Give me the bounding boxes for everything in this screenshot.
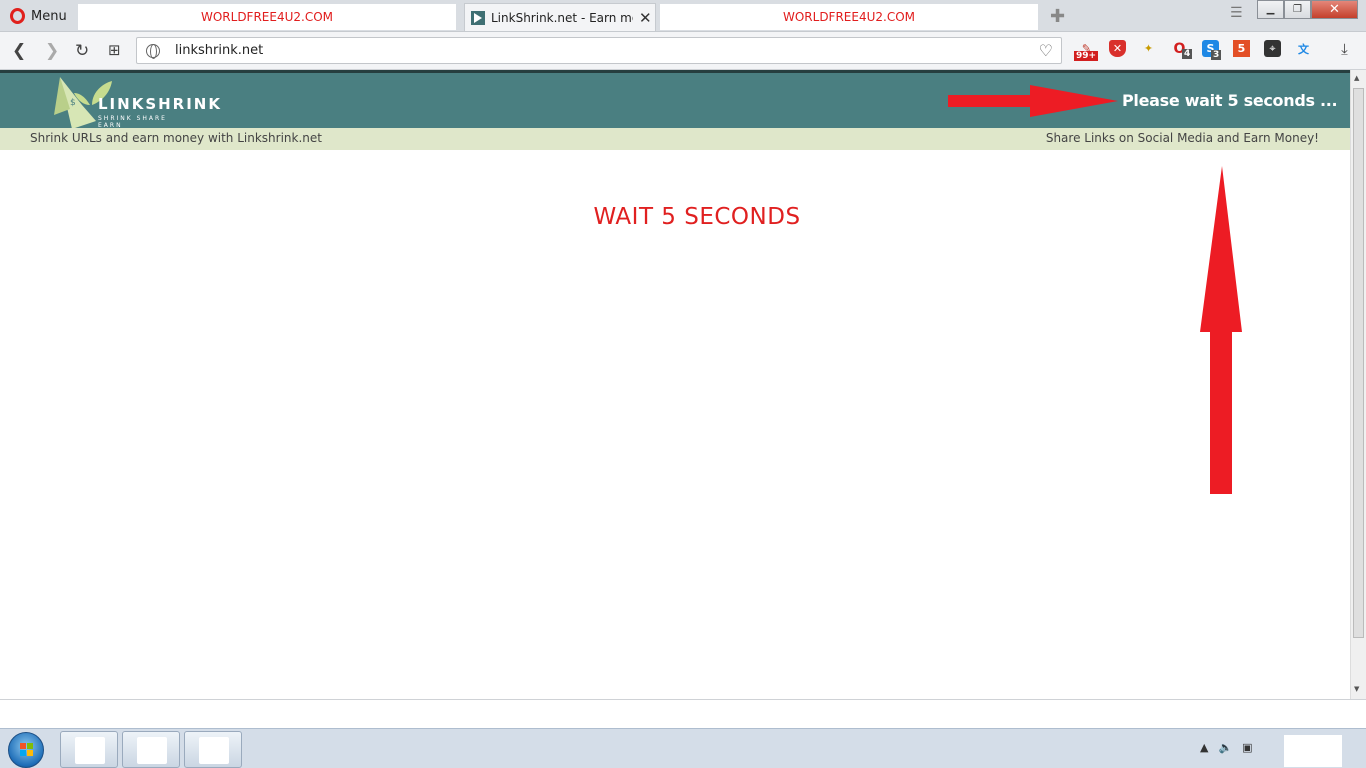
html5-extension-icon[interactable]: 5 <box>1233 40 1250 57</box>
start-button[interactable] <box>8 732 44 768</box>
svg-text:$: $ <box>70 98 76 108</box>
linkshrink-favicon-icon <box>471 10 485 25</box>
adblock-extension-icon[interactable]: ✎ 99+ <box>1074 40 1099 61</box>
webpage: $ LINKSHRINK SHRINK SHARE EARN Please wa… <box>0 70 1350 699</box>
shield-extension-icon[interactable]: ✕ <box>1109 40 1126 57</box>
annotation-arrow-up-icon <box>1200 166 1242 494</box>
bookmark-heart-icon[interactable]: ♡ <box>1039 41 1053 60</box>
restore-button[interactable]: ❐ <box>1284 0 1311 19</box>
new-tab-icon[interactable]: ✚ <box>1050 6 1065 27</box>
forward-icon[interactable]: ❯ <box>45 41 59 61</box>
taskbar-item[interactable] <box>122 731 180 768</box>
status-bar <box>0 699 1366 728</box>
opera-extension-icon[interactable]: O 4 <box>1171 40 1193 59</box>
taskbar-item[interactable] <box>60 731 118 768</box>
scroll-up-icon[interactable]: ▲ <box>1354 74 1359 82</box>
window-controls: ▁ ❐ ✕ <box>1257 0 1358 19</box>
skype-extension-icon[interactable]: S 3 <box>1202 40 1222 60</box>
logo-tagline: SHRINK SHARE EARN <box>98 115 167 129</box>
tab-worldfree-1[interactable]: WORLDFREE4U2.COM <box>78 4 456 30</box>
wait-message: WAIT 5 SECONDS <box>593 204 801 230</box>
speed-dial-icon[interactable]: ⊞ <box>108 41 121 59</box>
volume-icon[interactable]: 🔈 <box>1218 741 1232 754</box>
clock[interactable] <box>1284 735 1342 767</box>
bee-extension-icon[interactable]: ✦ <box>1140 40 1157 57</box>
scroll-down-icon[interactable]: ▼ <box>1354 685 1359 693</box>
tab-strip: Menu WORLDFREE4U2.COM LinkShrink.net - E… <box>0 0 1366 32</box>
download-icon[interactable]: ⤓ <box>1336 40 1353 58</box>
opera-logo-icon <box>10 8 25 24</box>
scroll-thumb[interactable] <box>1353 88 1364 638</box>
tagline-left: Shrink URLs and earn money with Linkshri… <box>30 131 322 145</box>
tagline-bar: Shrink URLs and earn money with Linkshri… <box>0 128 1350 150</box>
tab-title: WORLDFREE4U2.COM <box>782 10 916 24</box>
browser-toolbar: ❮ ❯ ↻ ⊞ linkshrink.net ♡ ✎ 99+ ✕ ✦ O 4 S… <box>0 32 1366 70</box>
taskbar-item[interactable] <box>184 731 242 768</box>
back-icon[interactable]: ❮ <box>12 41 26 61</box>
tab-title: WORLDFREE4U2.COM <box>200 10 334 24</box>
network-icon[interactable]: ▣ <box>1242 741 1252 754</box>
windows-taskbar: ▲ 🔈 ▣ <box>0 728 1366 768</box>
tab-menu-icon[interactable]: ☰ <box>1230 5 1243 21</box>
windows-logo-icon <box>20 743 34 757</box>
logo-wordmark: LINKSHRINK <box>98 95 222 113</box>
extension-badge: 4 <box>1182 49 1193 59</box>
minimize-button[interactable]: ▁ <box>1257 0 1284 19</box>
extension-badge: 99+ <box>1074 51 1099 61</box>
opera-menu-button[interactable]: Menu <box>4 4 72 28</box>
location-extension-icon[interactable]: ⌖ <box>1264 40 1281 57</box>
close-window-button[interactable]: ✕ <box>1311 0 1358 19</box>
url-text[interactable]: linkshrink.net <box>175 43 263 58</box>
tab-title: LinkShrink.net - Earn money <box>491 10 633 25</box>
header-wait-text: Please wait 5 seconds ... <box>1122 91 1338 110</box>
tab-linkshrink[interactable]: LinkShrink.net - Earn money ✕ <box>464 3 656 31</box>
linkshrink-header: $ LINKSHRINK SHRINK SHARE EARN Please wa… <box>0 70 1350 129</box>
tagline-right: Share Links on Social Media and Earn Mon… <box>1045 131 1319 145</box>
system-tray: ▲ 🔈 ▣ <box>1200 741 1253 754</box>
tray-expand-icon[interactable]: ▲ <box>1200 741 1208 754</box>
menu-label: Menu <box>31 8 67 24</box>
tab-worldfree-2[interactable]: WORLDFREE4U2.COM <box>660 4 1038 30</box>
extension-badge: 3 <box>1211 50 1222 60</box>
address-bar[interactable]: linkshrink.net ♡ <box>136 37 1062 64</box>
close-tab-icon[interactable]: ✕ <box>639 9 652 27</box>
page-scrollbar[interactable]: ▲ ▼ <box>1350 70 1366 699</box>
translate-extension-icon[interactable]: 文 <box>1295 40 1312 57</box>
annotation-arrow-right-icon <box>948 85 1118 117</box>
globe-icon <box>146 43 160 59</box>
reload-icon[interactable]: ↻ <box>75 41 89 61</box>
linkshrink-logo[interactable]: $ LINKSHRINK SHRINK SHARE EARN <box>52 77 220 129</box>
